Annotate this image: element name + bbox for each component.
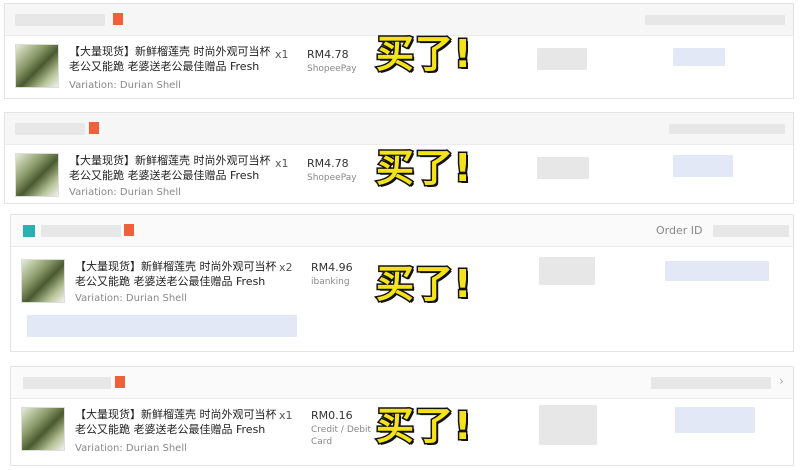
order-card-header: › <box>11 367 793 399</box>
product-title[interactable]: 【大量现货】新鲜榴莲壳 时尚外观可当杯 老公又能跪 老婆送老公最佳赠品 Fres… <box>69 44 279 74</box>
order-actions-redacted[interactable] <box>673 48 725 66</box>
bought-stamp-2: 买了! <box>374 145 473 192</box>
shop-name-redacted <box>41 225 121 237</box>
payment-method: ShopeePay <box>307 64 357 74</box>
order-price: RM4.78 <box>307 157 349 170</box>
order-id-redacted <box>669 124 785 134</box>
order-actions-redacted[interactable] <box>675 407 755 433</box>
product-variation: Variation: Durian Shell <box>75 293 187 304</box>
bought-stamp-4: 买了! <box>374 403 473 450</box>
order-actions-redacted[interactable] <box>673 155 733 177</box>
payment-method: ShopeePay <box>307 173 357 183</box>
product-title[interactable]: 【大量现货】新鲜榴莲壳 时尚外观可当杯 老公又能跪 老婆送老公最佳赠品 Fres… <box>75 259 285 289</box>
chevron-right-icon[interactable]: › <box>779 374 784 388</box>
order-card-header <box>5 113 793 145</box>
product-thumbnail[interactable] <box>21 259 65 303</box>
product-thumbnail[interactable] <box>21 407 65 451</box>
shop-badge-icon <box>124 224 134 236</box>
product-thumbnail[interactable] <box>15 153 59 197</box>
shop-badge-icon <box>89 122 99 134</box>
shop-avatar-icon <box>23 225 35 237</box>
product-quantity: x1 <box>275 48 289 61</box>
bought-stamp-3: 买了! <box>374 261 473 308</box>
payment-method: ibanking <box>311 277 350 287</box>
shop-name-redacted <box>15 123 85 135</box>
order-status-redacted <box>537 157 589 179</box>
bought-stamp-1: 买了! <box>374 31 473 78</box>
product-quantity: x2 <box>279 261 293 274</box>
order-id-redacted <box>713 225 789 237</box>
order-price: RM4.96 <box>311 261 353 274</box>
order-id-redacted <box>645 15 785 25</box>
order-status-redacted <box>537 48 587 70</box>
shop-badge-icon <box>115 376 125 388</box>
product-variation: Variation: Durian Shell <box>69 187 181 198</box>
product-title[interactable]: 【大量现货】新鲜榴莲壳 时尚外观可当杯 老公又能跪 老婆送老公最佳赠品 Fres… <box>69 153 279 183</box>
shop-badge-icon <box>113 13 123 25</box>
order-status-redacted <box>539 257 595 285</box>
order-card-header: Order ID <box>11 215 793 247</box>
product-quantity: x1 <box>279 409 293 422</box>
order-note-redacted <box>27 315 297 337</box>
order-id-redacted <box>651 377 771 389</box>
order-actions-redacted[interactable] <box>665 261 769 281</box>
product-quantity: x1 <box>275 157 289 170</box>
order-id-label: Order ID <box>656 224 703 237</box>
payment-method: Credit / Debit Card <box>311 425 372 447</box>
product-variation: Variation: Durian Shell <box>75 443 187 454</box>
product-thumbnail[interactable] <box>15 44 59 88</box>
order-price: RM0.16 <box>311 409 353 422</box>
order-status-redacted <box>539 405 597 445</box>
order-price: RM4.78 <box>307 48 349 61</box>
shop-name-redacted <box>15 14 105 26</box>
shop-name-redacted <box>23 377 111 389</box>
product-variation: Variation: Durian Shell <box>69 80 181 91</box>
product-title[interactable]: 【大量现货】新鲜榴莲壳 时尚外观可当杯 老公又能跪 老婆送老公最佳赠品 Fres… <box>75 407 285 437</box>
